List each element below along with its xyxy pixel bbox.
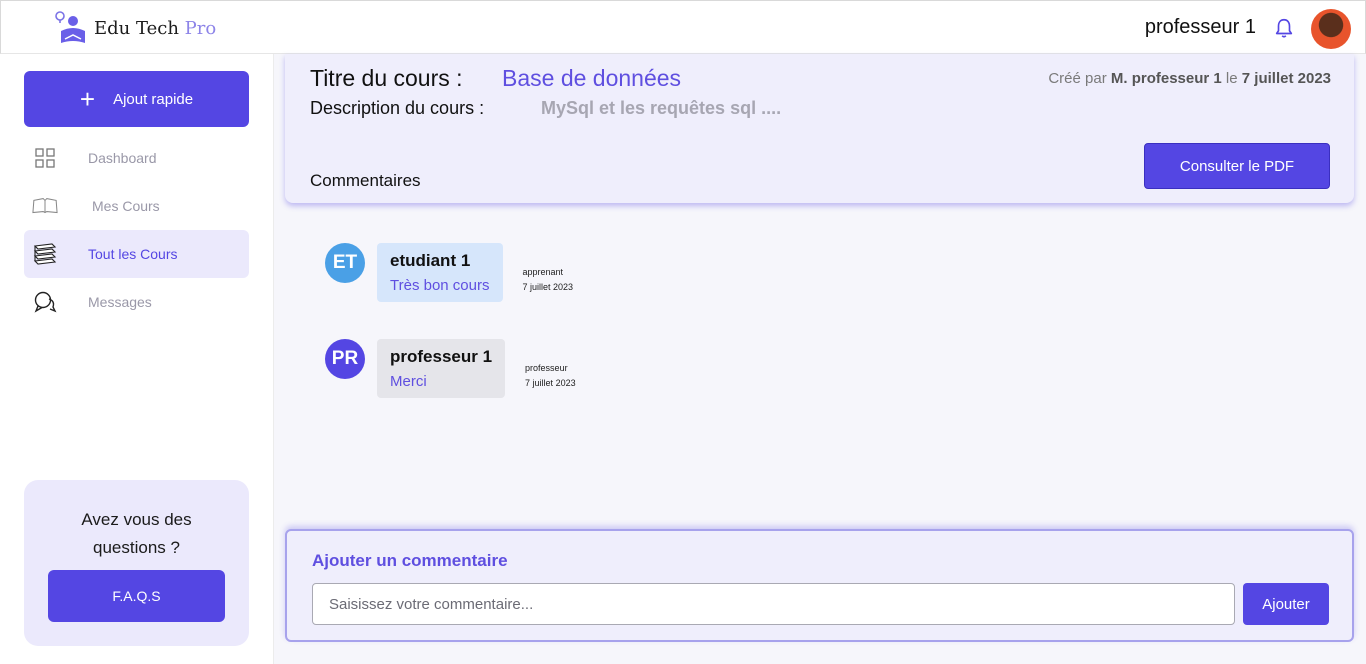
comment-item: PR professeur 1 Merci professeur 7 juill… xyxy=(325,339,576,398)
logo-icon xyxy=(55,11,85,43)
top-bar: Edu Tech Pro professeur 1 xyxy=(0,0,1366,54)
grid-icon xyxy=(32,146,58,170)
sidebar: + Ajout rapide Dashboard Mes Cours Tout … xyxy=(0,54,274,664)
books-stack-icon xyxy=(32,242,58,266)
avatar[interactable] xyxy=(1311,9,1351,49)
add-comment-title: Ajouter un commentaire xyxy=(312,551,508,570)
course-header-card: Titre du cours : Base de données Créé pa… xyxy=(285,54,1354,203)
meta-joiner: le xyxy=(1225,70,1238,87)
quick-add-button[interactable]: + Ajout rapide xyxy=(24,71,249,127)
view-pdf-button[interactable]: Consulter le PDF xyxy=(1144,143,1330,189)
user-name[interactable]: professeur 1 xyxy=(1145,16,1256,39)
comment-meta: apprenant 7 juillet 2023 xyxy=(523,265,574,295)
sidebar-item-messages[interactable]: Messages xyxy=(24,278,249,326)
brand-name: Edu Tech Pro xyxy=(94,18,216,39)
course-description: MySql et les requêtes sql .... xyxy=(541,98,782,118)
open-book-icon xyxy=(32,194,58,218)
sidebar-item-dashboard[interactable]: Dashboard xyxy=(24,134,249,182)
comment-author: etudiant 1 xyxy=(390,251,471,270)
comment-text: Merci xyxy=(390,373,427,390)
brand-logo[interactable]: Edu Tech Pro xyxy=(53,9,216,47)
bell-icon[interactable] xyxy=(1273,17,1295,39)
comment-bubble: etudiant 1 Très bon cours xyxy=(377,243,503,302)
comment-date: 7 juillet 2023 xyxy=(525,378,576,388)
brand-name-suffix: Pro xyxy=(184,17,217,39)
comment-role: apprenant xyxy=(522,267,564,277)
meta-author: M. professeur 1 xyxy=(1110,70,1222,87)
sidebar-item-label: Mes Cours xyxy=(92,198,160,214)
plus-icon: + xyxy=(79,84,96,114)
sidebar-item-tout-les-cours[interactable]: Tout les Cours xyxy=(24,230,249,278)
course-title: Base de données xyxy=(502,65,682,91)
meta-prefix: Créé par xyxy=(1048,70,1107,87)
sidebar-item-label: Dashboard xyxy=(88,150,157,166)
comment-avatar: ET xyxy=(325,243,365,283)
quick-add-label: Ajout rapide xyxy=(113,90,194,108)
add-comment-button[interactable]: Ajouter xyxy=(1243,583,1329,625)
comment-role: professeur xyxy=(525,363,568,373)
comment-bubble: professeur 1 Merci xyxy=(377,339,506,398)
sidebar-item-label: Messages xyxy=(88,294,152,310)
course-title-label: Titre du cours : xyxy=(310,65,463,91)
comment-author: professeur 1 xyxy=(390,347,493,366)
sidebar-item-label: Tout les Cours xyxy=(88,246,178,262)
add-comment-card: Ajouter un commentaire Ajouter xyxy=(285,529,1354,642)
course-meta: Créé par M. professeur 1 le 7 juillet 20… xyxy=(1048,70,1331,87)
comment-text: Très bon cours xyxy=(390,277,490,294)
meta-date: 7 juillet 2023 xyxy=(1241,70,1331,87)
main-content: Titre du cours : Base de données Créé pa… xyxy=(274,54,1366,664)
faq-button[interactable]: F.A.Q.S xyxy=(48,570,225,622)
comment-input[interactable] xyxy=(312,583,1235,625)
comment-item: ET etudiant 1 Très bon cours apprenant 7… xyxy=(325,243,573,302)
sidebar-item-mes-cours[interactable]: Mes Cours xyxy=(24,182,249,230)
brand-name-main: Edu Tech xyxy=(94,17,179,39)
faq-card: Avez vous des questions ? F.A.Q.S xyxy=(24,480,249,646)
chat-bubbles-icon xyxy=(32,290,58,314)
comments-heading: Commentaires xyxy=(310,171,421,190)
faq-question: Avez vous des questions ? xyxy=(81,510,192,557)
comment-meta: professeur 7 juillet 2023 xyxy=(525,361,576,391)
comment-date: 7 juillet 2023 xyxy=(522,282,574,292)
course-description-label: Description du cours : xyxy=(310,98,485,118)
comment-avatar: PR xyxy=(325,339,365,379)
